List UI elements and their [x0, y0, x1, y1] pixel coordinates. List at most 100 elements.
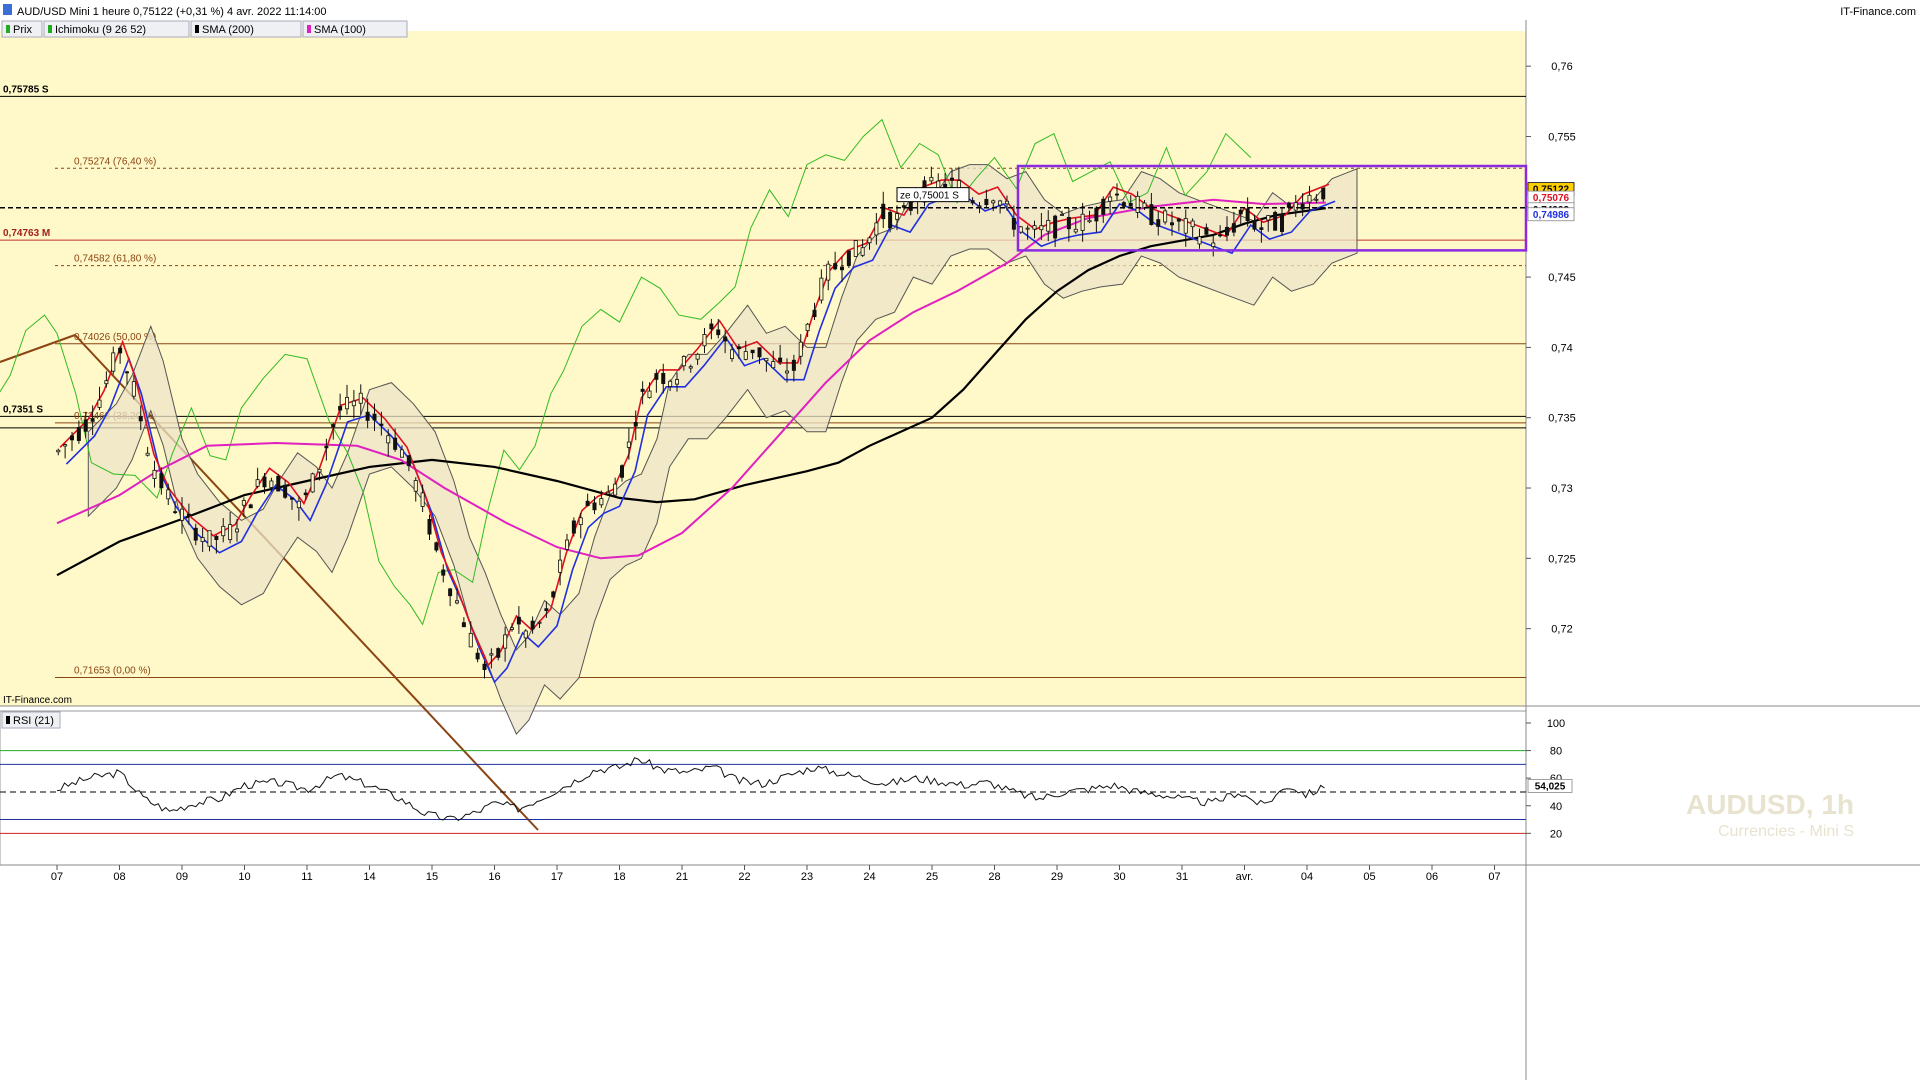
candle-body — [1197, 236, 1202, 245]
candle-body — [654, 373, 659, 380]
candle-body — [867, 237, 872, 244]
candle-body — [234, 528, 239, 533]
candle-body — [173, 511, 178, 514]
candle-body — [750, 349, 755, 354]
candle — [846, 250, 851, 269]
candle-body — [730, 349, 735, 359]
candle-body — [1238, 209, 1243, 215]
candle-body — [145, 452, 150, 456]
candle-body — [805, 323, 810, 332]
candle-body — [626, 441, 631, 448]
candle-body — [688, 366, 693, 369]
candle-body — [1190, 220, 1195, 228]
candle-body — [70, 435, 75, 441]
candle-body — [338, 406, 343, 411]
x-tick-label: 10 — [238, 871, 250, 883]
candle-body — [1300, 203, 1305, 210]
candle-body — [1094, 207, 1099, 222]
x-tick-label: 25 — [926, 871, 938, 883]
candle-body — [984, 198, 989, 206]
candle — [1273, 210, 1278, 231]
candle-body — [1128, 203, 1133, 207]
candle-body — [537, 621, 542, 624]
candle-body — [675, 379, 680, 385]
x-tick-label: 28 — [988, 871, 1000, 883]
chart-title: AUD/USD Mini 1 heure 0,75122 (+0,31 %) 4… — [17, 6, 327, 18]
candle-body — [90, 418, 95, 422]
candle-body — [475, 652, 480, 660]
candle-body — [324, 446, 329, 449]
candle-body — [833, 263, 838, 270]
legend-item-4[interactable]: SMA (100) — [302, 20, 408, 38]
candle-body — [1211, 242, 1216, 247]
candle-body — [365, 411, 370, 421]
candle-body — [888, 211, 893, 229]
y-tick-label: 0,74 — [1551, 342, 1572, 354]
candle-body — [1101, 198, 1106, 215]
candle-body — [798, 341, 803, 357]
rsi-tick-label: 100 — [1547, 718, 1565, 730]
x-tick-label: 08 — [113, 871, 125, 883]
candle-body — [358, 392, 363, 404]
rsi-tick-label: 20 — [1550, 828, 1562, 840]
candle-body — [468, 632, 473, 648]
candle-body — [283, 484, 288, 498]
candle-body — [248, 504, 253, 509]
level-label: 0,75785 S — [3, 84, 49, 95]
x-tick-label: 04 — [1301, 871, 1313, 883]
candle-body — [516, 616, 521, 625]
candle-body — [331, 424, 336, 428]
candle-body — [977, 205, 982, 208]
candle-body — [530, 620, 535, 630]
candle-body — [743, 351, 748, 360]
candle-body — [496, 648, 501, 658]
candle-body — [578, 517, 583, 525]
candle-body — [544, 608, 549, 611]
candle-body — [620, 465, 625, 478]
candle-body — [344, 396, 349, 410]
candle-body — [200, 537, 205, 543]
x-tick-label: 09 — [176, 871, 188, 883]
x-tick-label: 07 — [1488, 871, 1500, 883]
candle-body — [1108, 196, 1113, 202]
candle-body — [895, 213, 900, 220]
candle-body — [63, 444, 68, 447]
candle-body — [393, 437, 398, 450]
candle-body — [125, 371, 130, 374]
candle-body — [819, 277, 824, 301]
candle-body — [351, 400, 356, 407]
candle-body — [970, 200, 975, 204]
candle-body — [1060, 214, 1065, 216]
watermark-title: AUDUSD, 1h — [1686, 789, 1854, 820]
candle-body — [1121, 202, 1126, 207]
x-tick-label: 22 — [738, 871, 750, 883]
candle-body — [289, 497, 294, 500]
price-chart[interactable]: 0,75785 S 0,74763 M 0,7351 S 0,75274 (76,40… — [0, 0, 1920, 1080]
candle-body — [1039, 225, 1044, 231]
candle-body — [207, 530, 212, 547]
candle-body — [56, 449, 61, 453]
candle-body — [613, 483, 618, 496]
legend-label: Prix — [13, 24, 32, 36]
candle-body — [565, 539, 570, 550]
candle-body — [1314, 198, 1319, 201]
candle — [1163, 208, 1168, 225]
legend-item-3[interactable]: SMA (200) — [190, 20, 302, 38]
price-label: 0,74986 — [1533, 210, 1570, 221]
candle-body — [1046, 219, 1051, 232]
y-tick-label: 0,73 — [1551, 483, 1572, 495]
candle-body — [399, 449, 404, 458]
legend-item-2[interactable]: Ichimoku (9 26 52) — [43, 20, 190, 38]
candle-body — [778, 357, 783, 363]
candle-body — [1005, 200, 1010, 205]
rsi-legend[interactable]: RSI (21) — [1, 711, 61, 729]
x-tick-label: 24 — [863, 871, 875, 883]
brand-label: IT-Finance.com — [1840, 6, 1916, 18]
legend-swatch — [307, 25, 311, 33]
legend-label: Ichimoku (9 26 52) — [55, 24, 146, 36]
candle-body — [1273, 211, 1278, 231]
legend-label: SMA (100) — [314, 24, 366, 36]
x-tick-label: 07 — [51, 871, 63, 883]
candle-body — [1170, 222, 1175, 226]
legend-item-1[interactable]: Prix — [1, 20, 43, 38]
